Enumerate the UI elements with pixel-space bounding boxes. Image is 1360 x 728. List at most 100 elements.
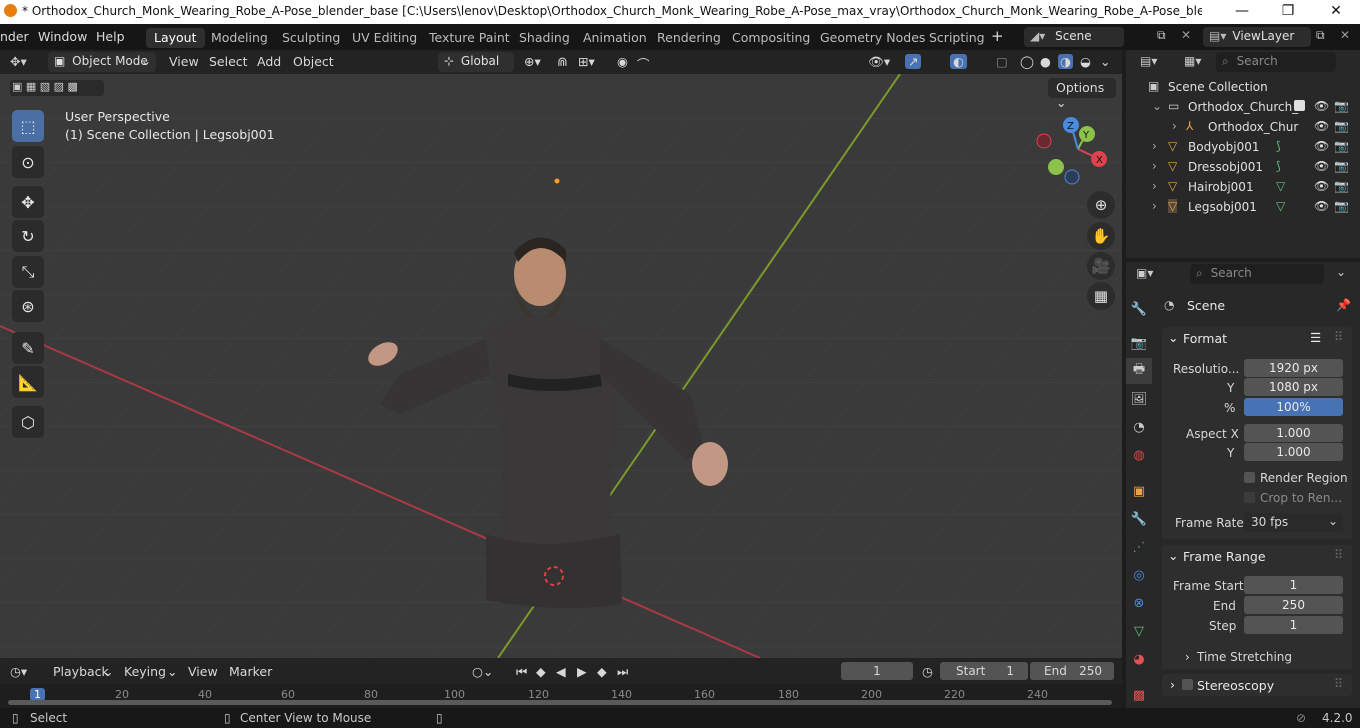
resolution-y-field[interactable]: 1080 px: [1244, 378, 1343, 396]
menu-add[interactable]: Add: [257, 54, 281, 69]
options-button[interactable]: Options ⌄: [1048, 78, 1116, 110]
chevron-right-icon[interactable]: ›: [1185, 650, 1190, 664]
menu-keying[interactable]: Keying: [124, 664, 166, 679]
crop-to-render-checkbox[interactable]: [1244, 492, 1255, 503]
outliner-filter-icon[interactable]: ▦▾: [1184, 54, 1201, 68]
frame-range-panel-header[interactable]: ⌄ Frame Range ⠿: [1162, 545, 1352, 567]
tab-scripting[interactable]: Scripting: [921, 28, 993, 48]
aspect-y-field[interactable]: 1.000: [1244, 443, 1343, 461]
timeline-scrollbar[interactable]: [8, 700, 1112, 705]
viewport-3d[interactable]: X Y Z ▣ ▦ ▧ ▨ ▩ User Perspective (1) Sce…: [0, 74, 1122, 658]
stereoscopy-checkbox[interactable]: [1182, 679, 1193, 690]
constraints-tab-icon[interactable]: ⊗: [1126, 590, 1152, 616]
prev-keyframe-icon[interactable]: ◆: [536, 664, 546, 679]
new-scene-icon[interactable]: ⧉: [1157, 28, 1166, 43]
presets-icon[interactable]: ☰: [1310, 330, 1321, 345]
texture-tab-icon[interactable]: ▩: [1126, 682, 1152, 708]
tab-layout[interactable]: Layout: [146, 28, 205, 48]
snap-icon[interactable]: ⋒: [557, 54, 567, 69]
scene-selector[interactable]: ◢▾ Scene: [1024, 27, 1124, 47]
move-tool[interactable]: ✥: [12, 186, 44, 218]
drag-handle-icon[interactable]: ⠿: [1334, 547, 1343, 562]
new-viewlayer-icon[interactable]: ⧉: [1316, 28, 1325, 43]
material-shading-icon[interactable]: ◑: [1058, 54, 1073, 69]
eye-icon[interactable]: 👁: [1314, 159, 1329, 173]
visibility-icon[interactable]: 👁▾: [868, 54, 890, 70]
outliner-row-scene-collection[interactable]: ▣ Scene Collection: [1126, 77, 1360, 97]
tab-compositing[interactable]: Compositing: [724, 28, 818, 48]
drag-handle-icon[interactable]: ⠿: [1334, 329, 1343, 344]
view-layer-tab-icon[interactable]: 🖼: [1126, 386, 1152, 412]
menu-blender[interactable]: nder: [0, 29, 29, 44]
ortho-grid-icon[interactable]: ▦: [1087, 282, 1115, 310]
add-cube-tool[interactable]: ⬡: [12, 406, 44, 438]
camera-view-icon[interactable]: 🎥: [1087, 252, 1115, 280]
overlay-toggle-icon[interactable]: ◐: [950, 54, 967, 69]
frame-start-field[interactable]: 1: [1244, 576, 1343, 594]
timeline-end-field[interactable]: End 250: [1030, 662, 1114, 680]
properties-options-icon[interactable]: ⌄: [1336, 265, 1346, 279]
select-box-tool[interactable]: ⬚: [12, 110, 44, 142]
camera-icon[interactable]: 📷: [1334, 139, 1349, 153]
rendered-shading-icon[interactable]: ◒: [1080, 54, 1091, 69]
annotate-tool[interactable]: ✎: [12, 332, 44, 364]
eye-icon[interactable]: 👁: [1314, 199, 1329, 213]
select-mode-buttons[interactable]: ▣ ▦ ▧ ▨ ▩: [10, 80, 104, 96]
expand-icon[interactable]: ›: [1152, 159, 1157, 173]
outliner-search[interactable]: ⌕ Search: [1216, 52, 1336, 72]
transform-orientation-selector[interactable]: ⊹ Global: [438, 52, 514, 72]
timeline-start-field[interactable]: Start 1: [940, 662, 1028, 680]
tab-uv-editing[interactable]: UV Editing: [344, 28, 425, 48]
pivot-icon[interactable]: ⊕▾: [524, 54, 541, 69]
format-panel-header[interactable]: ⌄ Format ☰ ⠿: [1162, 327, 1352, 349]
particles-tab-icon[interactable]: ⋰: [1126, 534, 1152, 560]
menu-help[interactable]: Help: [96, 29, 125, 44]
camera-icon[interactable]: 📷: [1334, 179, 1349, 193]
shading-options-icon[interactable]: ⌄: [1100, 54, 1110, 69]
drag-handle-icon[interactable]: ⠿: [1334, 676, 1343, 691]
modifier-tab-icon[interactable]: 🔧: [1126, 506, 1152, 532]
eye-icon[interactable]: 👁: [1314, 119, 1329, 133]
outliner-row-0[interactable]: ⌄ ▭ Orthodox_Church_ 👁 📷: [1126, 97, 1360, 117]
snap-target-icon[interactable]: ⊞▾: [578, 54, 595, 69]
menu-view[interactable]: View: [169, 54, 199, 69]
eye-icon[interactable]: 👁: [1314, 179, 1329, 193]
delete-scene-icon[interactable]: ✕: [1181, 28, 1191, 42]
menu-object[interactable]: Object: [293, 54, 334, 69]
tab-modeling[interactable]: Modeling: [203, 28, 276, 48]
expand-icon[interactable]: ›: [1172, 119, 1177, 133]
timeline-editor-type-icon[interactable]: ◷▾: [10, 664, 27, 679]
zoom-icon[interactable]: ⊕: [1087, 191, 1115, 219]
outliner-row-3[interactable]: › ▽ Dressobj001 ⟆ 👁 📷: [1126, 157, 1360, 177]
cursor-tool[interactable]: ⊙: [12, 146, 44, 178]
frame-end-field[interactable]: 250: [1244, 596, 1343, 614]
xray-icon[interactable]: ▢: [996, 54, 1008, 69]
minimize-button[interactable]: —: [1232, 3, 1252, 19]
jump-end-icon[interactable]: ⏭: [617, 664, 628, 680]
tab-geometry-nodes[interactable]: Geometry Nodes: [812, 28, 933, 48]
menu-select[interactable]: Select: [209, 54, 248, 69]
menu-marker[interactable]: Marker: [229, 664, 272, 679]
editor-type-icon[interactable]: ✥▾: [10, 54, 27, 69]
delete-viewlayer-icon[interactable]: ✕: [1340, 28, 1350, 42]
expand-icon[interactable]: ›: [1152, 179, 1157, 193]
render-tab-icon[interactable]: 📷: [1126, 330, 1152, 356]
tab-rendering[interactable]: Rendering: [649, 28, 729, 48]
eye-icon[interactable]: 👁: [1314, 99, 1329, 113]
camera-icon[interactable]: 📷: [1334, 159, 1349, 173]
time-stretching-subpanel[interactable]: Time Stretching: [1197, 650, 1292, 664]
menu-timeline-view[interactable]: View: [188, 664, 218, 679]
play-icon[interactable]: ▶: [577, 664, 587, 679]
maximize-button[interactable]: ❐: [1278, 3, 1298, 19]
outliner-row-1[interactable]: › ⅄ Orthodox_Chur 👁 📷: [1126, 117, 1360, 137]
tab-animation[interactable]: Animation: [575, 28, 655, 48]
pin-icon[interactable]: 📌: [1336, 298, 1351, 312]
timeline-ruler[interactable]: 1 20 40 60 80 100 120 140 160 180 200 22…: [0, 684, 1122, 708]
expand-icon[interactable]: ⌄: [1152, 99, 1162, 113]
tab-sculpting[interactable]: Sculpting: [274, 28, 348, 48]
tab-texture-paint[interactable]: Texture Paint: [421, 28, 518, 48]
scene-tab-icon[interactable]: ◔: [1126, 414, 1152, 440]
outliner-row-4[interactable]: › ▽ Hairobj001 ▽ 👁 📷: [1126, 177, 1360, 197]
properties-search[interactable]: ⌕ Search: [1190, 264, 1324, 284]
solid-shading-icon[interactable]: ●: [1040, 54, 1051, 69]
